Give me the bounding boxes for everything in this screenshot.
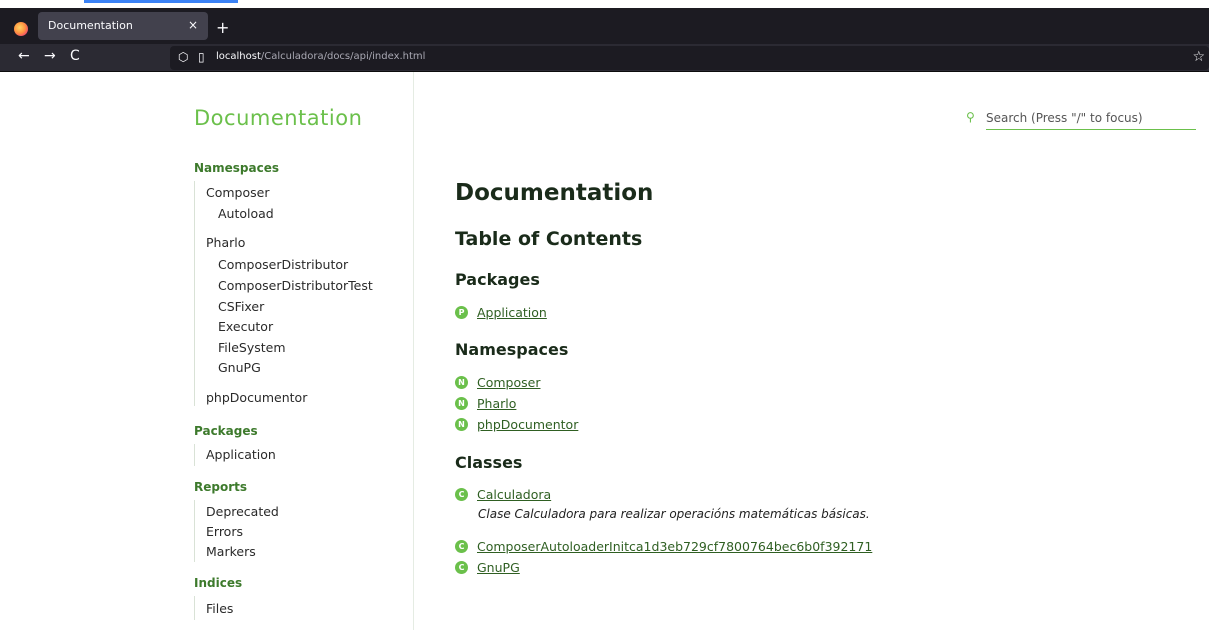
sidebar-item-executor[interactable]: Executor xyxy=(218,319,273,334)
sidebar-item-csfixer[interactable]: CSFixer xyxy=(218,299,264,314)
toc-heading: Table of Contents xyxy=(455,228,643,250)
namespace-badge: N xyxy=(455,376,468,389)
class-badge: C xyxy=(455,540,468,553)
class-link-calculadora[interactable]: Calculadora xyxy=(477,487,551,502)
sidebar-section-reports: Reports xyxy=(194,480,248,494)
list-item-package: P Application xyxy=(455,302,547,320)
classes-heading: Classes xyxy=(455,453,523,472)
namespace-link-composer[interactable]: Composer xyxy=(477,375,540,390)
bookmark-star-icon[interactable]: ☆ xyxy=(1192,49,1205,65)
sidebar-item-markers[interactable]: Markers xyxy=(206,544,256,559)
search-icon: ⚲ xyxy=(966,110,975,124)
class-link-composer-autoloader[interactable]: ComposerAutoloaderInitca1d3eb729cf780076… xyxy=(477,539,872,554)
page-title: Documentation xyxy=(455,180,654,206)
sidebar-indices-list: Files xyxy=(194,596,233,620)
list-item-class: C Calculadora xyxy=(455,484,551,502)
sidebar-item-pharlo[interactable]: Pharlo xyxy=(206,235,245,250)
namespace-link-phpdocumentor[interactable]: phpDocumentor xyxy=(477,417,578,432)
sidebar-item-composerdistributortest[interactable]: ComposerDistributorTest xyxy=(218,278,373,293)
sidebar-item-autoload[interactable]: Autoload xyxy=(218,206,274,221)
sidebar-section-namespaces: Namespaces xyxy=(194,161,280,175)
class-link-gnupg[interactable]: GnuPG xyxy=(477,560,520,575)
list-item-namespace: N Pharlo xyxy=(455,393,516,411)
list-item-namespace: N Composer xyxy=(455,372,540,390)
sidebar-section-packages: Packages xyxy=(194,424,258,438)
forward-icon[interactable]: → xyxy=(44,48,56,64)
sidebar-reports-list: Deprecated Errors Markers xyxy=(194,500,279,562)
class-badge: C xyxy=(455,561,468,574)
sidebar-item-files[interactable]: Files xyxy=(206,601,233,616)
sidebar-divider xyxy=(413,72,414,630)
active-tab-accent xyxy=(84,0,238,3)
reload-icon[interactable]: C xyxy=(70,48,80,64)
list-item-namespace: NphpDocumentor xyxy=(455,414,578,432)
sidebar-item-composer[interactable]: Composer xyxy=(206,185,269,200)
tab-bar: Documentation × + xyxy=(0,8,1209,44)
sidebar-item-composerdistributor[interactable]: ComposerDistributor xyxy=(218,257,348,272)
sidebar-item-phpdocumentor[interactable]: phpDocumentor xyxy=(206,390,307,405)
class-description: Clase Calculadora para realizar operació… xyxy=(478,507,870,521)
close-icon[interactable]: × xyxy=(188,18,198,32)
back-icon[interactable]: ← xyxy=(18,48,30,64)
shield-icon[interactable]: ⬡ xyxy=(178,50,188,64)
url-host: localhost xyxy=(216,51,261,62)
new-tab-button[interactable]: + xyxy=(216,18,229,37)
sidebar-title[interactable]: Documentation xyxy=(194,106,362,130)
namespace-link-pharlo[interactable]: Pharlo xyxy=(477,396,516,411)
namespace-badge: N xyxy=(455,397,468,410)
sidebar-namespaces-list: Composer Autoload Pharlo ComposerDistrib… xyxy=(194,181,373,406)
search-input[interactable] xyxy=(986,106,1196,130)
url-bar[interactable]: ⬡ ▯ localhost/Calculadora/docs/api/index… xyxy=(170,46,1209,70)
packages-heading: Packages xyxy=(455,270,540,289)
page-icon: ▯ xyxy=(198,50,205,64)
tab-title: Documentation xyxy=(48,19,133,32)
firefox-icon xyxy=(14,22,28,36)
sidebar-packages-list: Application xyxy=(194,444,276,466)
package-link[interactable]: Application xyxy=(477,305,547,320)
navigation-bar: ← → C ⬡ ▯ localhost/Calculadora/docs/api… xyxy=(0,44,1209,72)
sidebar-item-application[interactable]: Application xyxy=(206,447,276,462)
url-text[interactable]: localhost/Calculadora/docs/api/index.htm… xyxy=(216,51,425,62)
list-item-class: C ComposerAutoloaderInitca1d3eb729cf78007… xyxy=(455,536,872,554)
namespace-badge: N xyxy=(455,418,468,431)
sidebar-item-errors[interactable]: Errors xyxy=(206,524,243,539)
list-item-class: C GnuPG xyxy=(455,557,520,575)
namespaces-heading: Namespaces xyxy=(455,340,569,359)
tab-documentation[interactable]: Documentation × xyxy=(38,12,208,40)
class-badge: C xyxy=(455,488,468,501)
url-path: /Calculadora/docs/api/index.html xyxy=(260,51,426,62)
sidebar-item-gnupg[interactable]: GnuPG xyxy=(218,360,261,375)
sidebar-item-filesystem[interactable]: FileSystem xyxy=(218,340,286,355)
page-content: Documentation Namespaces Composer Autolo… xyxy=(0,72,1209,630)
sidebar-item-deprecated[interactable]: Deprecated xyxy=(206,504,279,519)
package-badge: P xyxy=(455,306,468,319)
sidebar-section-indices: Indices xyxy=(194,576,243,590)
